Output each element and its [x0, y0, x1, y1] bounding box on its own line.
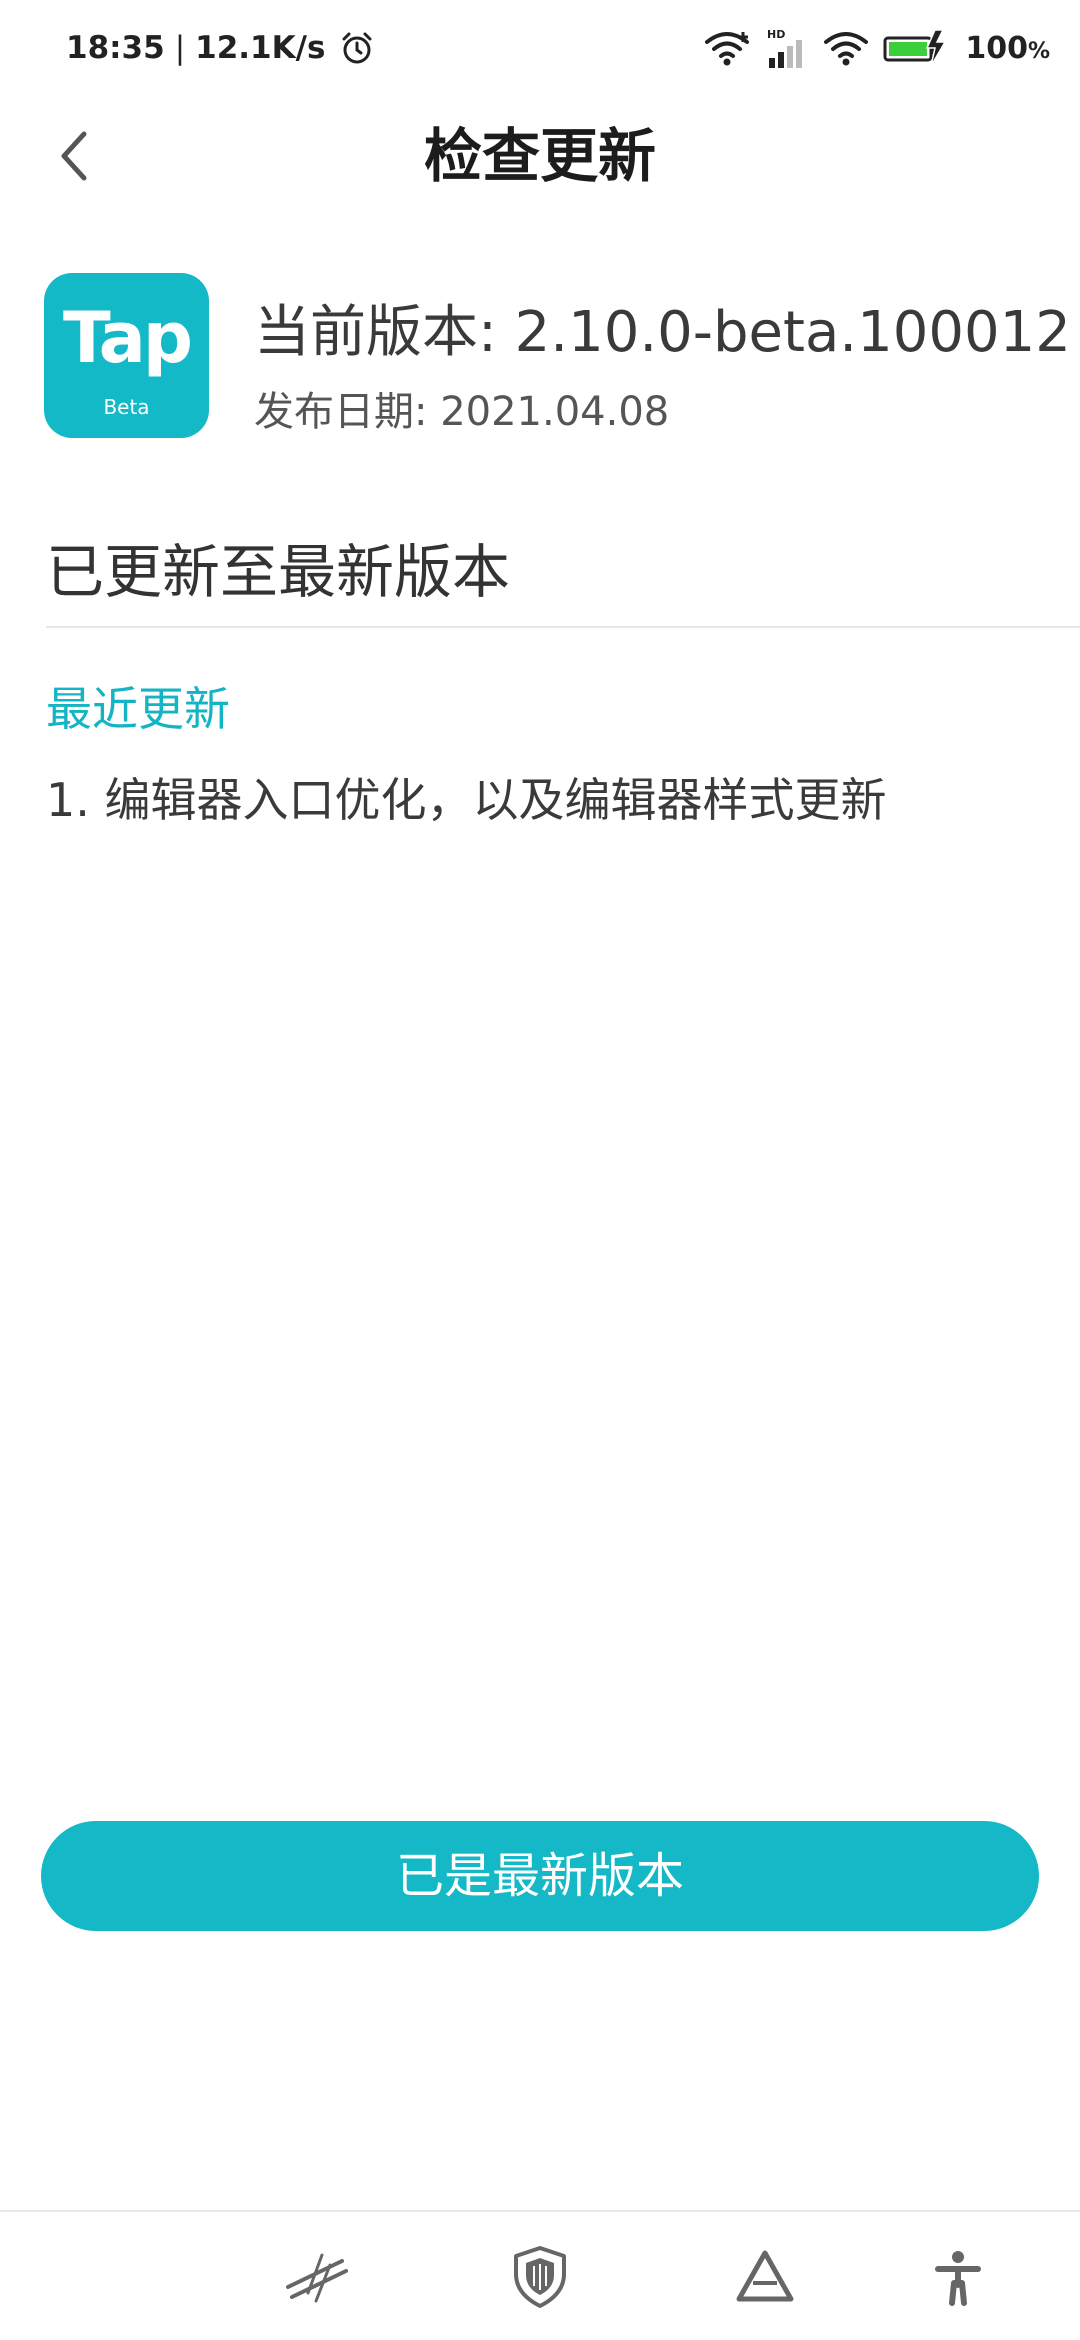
network-speed: 12.1K/s: [195, 30, 326, 66]
back-button[interactable]: [36, 118, 112, 194]
nav-item-shield[interactable]: [505, 2242, 575, 2312]
triangle-icon: [736, 2250, 794, 2302]
status-left: 18:35 | 12.1K/s: [66, 22, 375, 74]
battery-charging-icon: [883, 29, 947, 67]
battery-unit: %: [1027, 38, 1050, 64]
app-logo: Tap Beta: [44, 273, 209, 438]
current-version: 当前版本: 2.10.0-beta.100012: [254, 300, 1071, 365]
divider: [46, 626, 1080, 628]
screen: 18:35 | 12.1K/s HD 100% 检查更新 Tap Beta 当前…: [0, 0, 1080, 2340]
title-bar: 检查更新: [0, 96, 1080, 216]
status-time: 18:35: [66, 30, 165, 66]
logo-subtext: Beta: [103, 395, 150, 419]
wifi-icon: [705, 32, 750, 66]
already-latest-button[interactable]: 已是最新版本: [41, 1821, 1039, 1931]
logo-text: Tap: [62, 297, 193, 379]
release-date: 发布日期: 2021.04.08: [254, 389, 670, 435]
battery-percentage: 100%: [965, 31, 1050, 66]
status-bar: 18:35 | 12.1K/s HD 100%: [0, 0, 1080, 96]
battery-value: 100: [965, 30, 1028, 66]
status-separator: |: [174, 30, 186, 66]
alarm-icon: [342, 32, 372, 64]
status-right: HD 100%: [703, 22, 1050, 74]
nav-item-slash[interactable]: [282, 2242, 352, 2312]
recent-updates-title: 最近更新: [46, 682, 230, 736]
nav-item-triangle[interactable]: [730, 2242, 800, 2312]
update-status-message: 已更新至最新版本: [46, 538, 511, 606]
chevron-left-icon: [61, 131, 87, 181]
bottom-nav-bar: [0, 2212, 1080, 2340]
accessibility-icon: [935, 2251, 981, 2306]
nav-item-accessibility[interactable]: [923, 2242, 993, 2312]
svg-text:HD: HD: [767, 28, 785, 41]
page-title: 检查更新: [423, 122, 656, 190]
slash-lines-icon: [286, 2253, 348, 2303]
shield-icon: [514, 2246, 566, 2308]
hd-signal-icon: HD: [767, 28, 803, 68]
wifi-icon: [824, 32, 869, 66]
changelog-item: 1. 编辑器入口优化，以及编辑器样式更新: [46, 773, 887, 827]
